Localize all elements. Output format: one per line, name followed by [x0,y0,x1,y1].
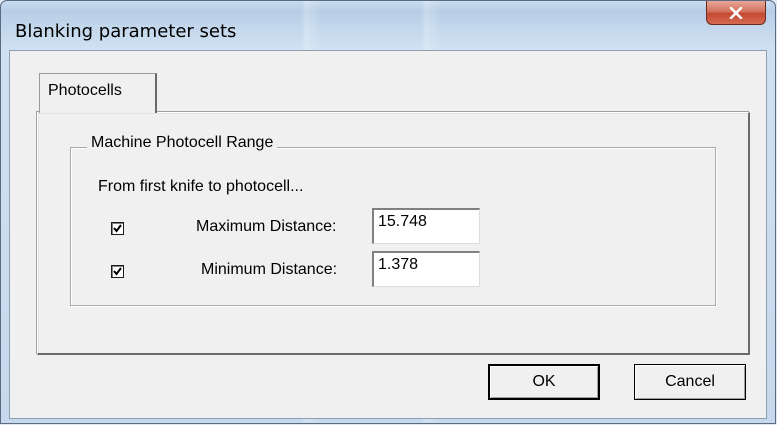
group-legend: Machine Photocell Range [87,134,278,152]
checkmark-icon [113,224,122,233]
max-distance-field[interactable]: 15.748 [372,208,480,244]
max-distance-label: Maximum Distance: [196,218,337,235]
checkmark-icon [113,267,122,276]
dialog-client-area: Photocells Machine Photocell Range From … [9,50,767,419]
close-button[interactable] [706,1,766,25]
min-distance-label: Minimum Distance: [201,261,338,278]
cancel-button[interactable]: Cancel [634,364,746,400]
group-hint-text: From first knife to photocell... [98,178,304,195]
ok-button[interactable]: OK [488,364,600,400]
close-icon [729,6,743,19]
dialog-window: Blanking parameter sets Photocells Machi… [0,0,776,424]
min-distance-checkbox[interactable] [111,265,124,278]
tab-photocells-label: Photocells [48,82,122,99]
window-title: Blanking parameter sets [15,21,237,42]
min-distance-field[interactable]: 1.378 [372,251,480,287]
tab-photocells[interactable]: Photocells [39,73,157,113]
max-distance-checkbox[interactable] [111,222,124,235]
